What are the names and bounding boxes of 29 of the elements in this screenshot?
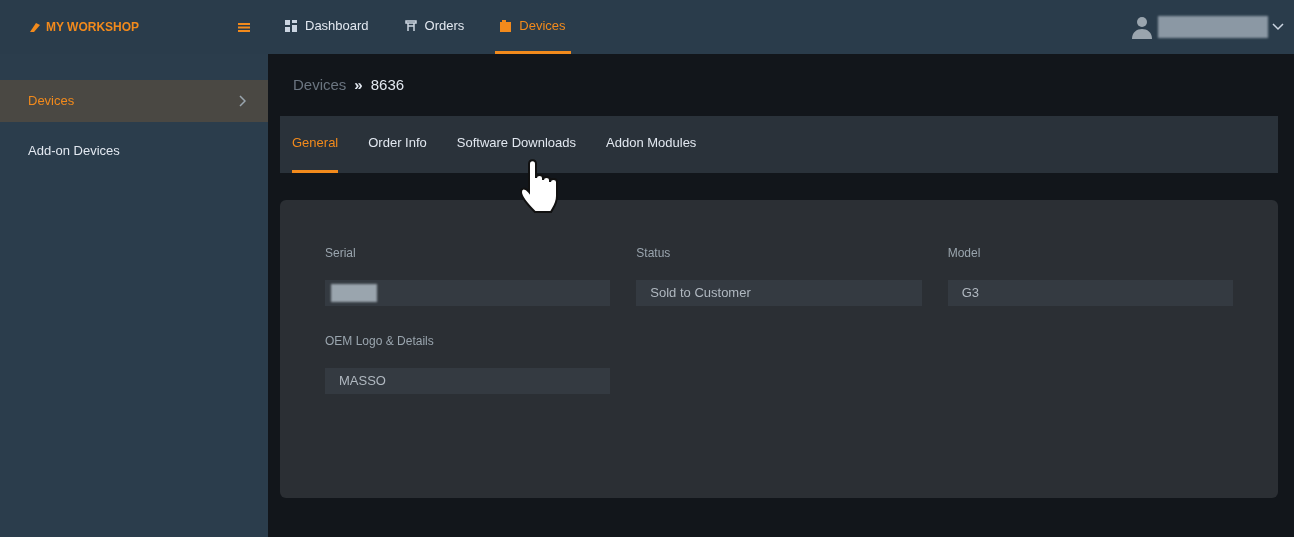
dashboard-icon [285, 19, 297, 32]
input-field[interactable]: Sold to Customer [636, 280, 922, 306]
field-label: Model [947, 245, 982, 262]
input-field[interactable] [325, 280, 611, 306]
field-label: Serial [325, 245, 357, 262]
tab[interactable]: General [292, 116, 339, 173]
nav-tab[interactable]: Devices [495, 0, 571, 54]
field-label: OEM Logo & Details [325, 333, 435, 350]
redacted-value [331, 284, 377, 302]
breadcrumb-current: 8636 [370, 74, 405, 95]
sidebar-item[interactable]: Devices [0, 80, 268, 122]
device-icon [500, 19, 512, 32]
chevron-right-icon [239, 95, 246, 107]
breadcrumb-link[interactable]: Devices [293, 73, 347, 97]
tab[interactable]: Order Info [368, 116, 427, 173]
tab[interactable]: Software Downloads [456, 116, 576, 173]
nav-tab[interactable]: Orders [399, 0, 470, 54]
input-field[interactable]: MASSO [325, 368, 611, 394]
input-field[interactable]: G3 [947, 280, 1233, 306]
user-avatar-icon [1130, 15, 1154, 39]
nav-tab[interactable]: Dashboard [280, 0, 374, 54]
field-label: Status [636, 245, 672, 262]
menu-icon[interactable] [238, 22, 250, 32]
brand-name: MY WORKSHOP [46, 19, 140, 36]
tab[interactable]: Addon Modules [606, 116, 697, 173]
chevron-down-icon[interactable] [1272, 23, 1284, 31]
logo-icon [28, 21, 42, 33]
breadcrumb-separator: » [354, 74, 363, 95]
sidebar-item[interactable]: Add-on Devices [0, 130, 268, 172]
